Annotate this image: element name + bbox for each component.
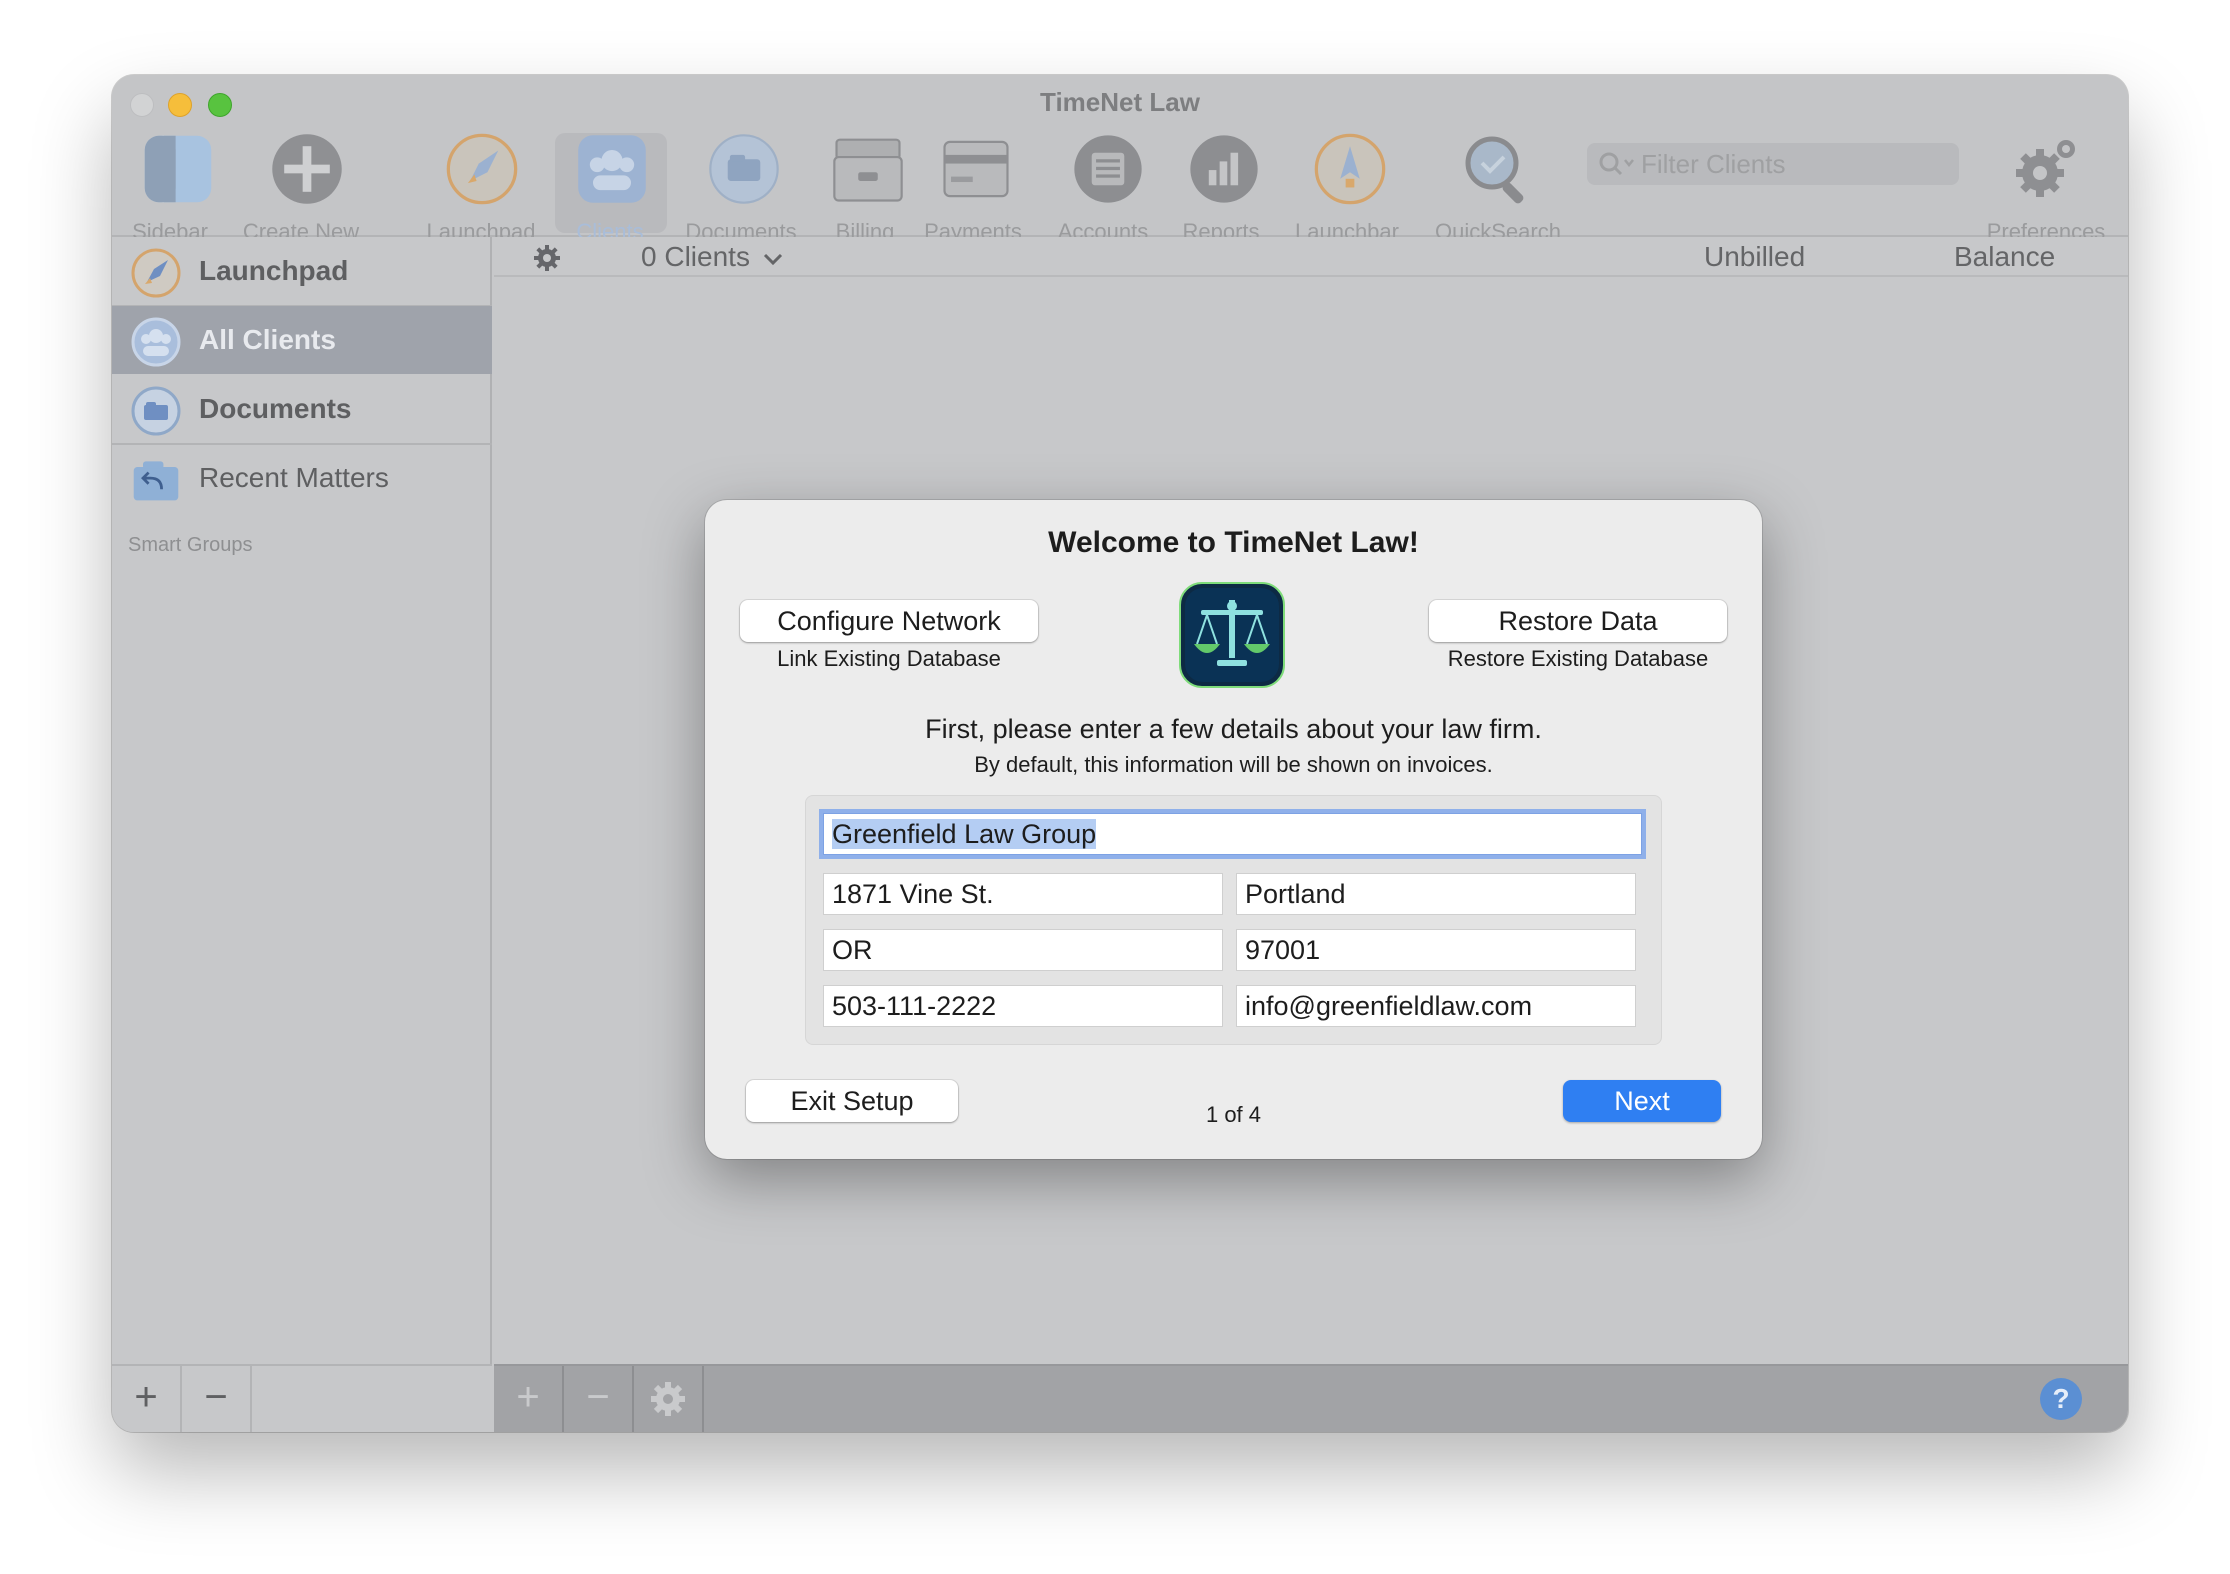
city-field[interactable]: Portland (1236, 873, 1636, 915)
firm-details-form: Greenfield Law Group 1871 Vine St. Portl… (805, 795, 1662, 1045)
search-icon (1599, 152, 1634, 176)
list-add-button[interactable]: + (494, 1366, 564, 1432)
sidebar-item-recent-matters[interactable]: Recent Matters (112, 444, 492, 512)
list-header: 0 Clients Unbilled Balance (494, 237, 2128, 277)
rocket-icon (131, 248, 181, 298)
sidebar: Launchpad All Clients Documents Recent M… (112, 237, 492, 1432)
intro-subtext: By default, this information will be sho… (974, 752, 1493, 777)
toolbar: TimeNet Law Sidebar Create New Launchpad… (112, 75, 2128, 244)
next-button[interactable]: Next (1563, 1080, 1721, 1122)
launchbar-icon (1314, 133, 1386, 205)
plus-circle-icon (272, 134, 342, 204)
email-field[interactable]: info@greenfieldlaw.com (1236, 985, 1636, 1027)
toolbar-create-new-button[interactable] (269, 131, 342, 212)
gear-icon (2016, 140, 2075, 197)
window-title: TimeNet Law (1040, 87, 1200, 117)
chevron-down-icon (763, 253, 782, 266)
list-remove-button[interactable]: − (564, 1366, 634, 1432)
column-header-unbilled[interactable]: Unbilled (1704, 241, 1805, 273)
zip-field[interactable]: 97001 (1236, 929, 1636, 971)
sidebar-item-documents[interactable]: Documents (112, 375, 492, 443)
sidebar-item-all-clients[interactable]: All Clients (112, 306, 492, 374)
toolbar-launchbar-button[interactable] (1312, 131, 1386, 212)
billing-icon (833, 138, 903, 202)
firm-name-field[interactable]: Greenfield Law Group (823, 813, 1642, 855)
dialog-title: Welcome to TimeNet Law! (1048, 526, 1419, 559)
sidebar-remove-button[interactable]: − (182, 1366, 252, 1432)
intro-text: First, please enter a few details about … (925, 714, 1542, 744)
welcome-dialog: Welcome to TimeNet Law! Configure Networ… (705, 500, 1762, 1159)
sidebar-item-label: All Clients (199, 324, 336, 355)
recent-matters-icon (133, 461, 179, 501)
gear-icon (651, 1382, 685, 1416)
filter-clients-input[interactable]: Filter Clients (1587, 143, 1959, 185)
configure-network-button[interactable]: Configure Network (740, 600, 1038, 642)
toolbar-payments-button[interactable] (938, 131, 1009, 212)
reports-icon (1190, 135, 1258, 203)
sidebar-add-button[interactable]: + (112, 1366, 182, 1432)
app-window: TimeNet Law Sidebar Create New Launchpad… (112, 75, 2128, 1432)
payments-icon (943, 140, 1009, 198)
clients-count-dropdown[interactable]: 0 Clients (641, 241, 784, 273)
sidebar-item-label: Documents (199, 393, 352, 424)
sidebar-bottom-bar: + − (112, 1364, 492, 1432)
smart-groups-heading: Smart Groups (128, 534, 253, 556)
restore-data-button[interactable]: Restore Data (1429, 600, 1727, 642)
column-header-balance[interactable]: Balance (1954, 241, 2055, 273)
toolbar-quicksearch-button[interactable] (1460, 131, 1536, 212)
street-field[interactable]: 1871 Vine St. (823, 873, 1223, 915)
clients-icon (578, 135, 646, 203)
clients-icon (131, 317, 181, 367)
toolbar-accounts-button[interactable] (1070, 131, 1142, 212)
sidebar-icon (144, 135, 212, 203)
scales-of-justice-icon (1179, 582, 1285, 688)
rocket-icon (446, 133, 518, 205)
sidebar-item-label: Launchpad (199, 255, 349, 286)
toolbar-launchpad-button[interactable] (444, 131, 518, 212)
list-bottom-bar: + − ? (494, 1364, 2128, 1432)
firm-name-value: Greenfield Law Group (832, 819, 1097, 849)
quicksearch-icon (1465, 136, 1524, 204)
documents-icon (709, 134, 779, 204)
help-button[interactable]: ? (2040, 1378, 2082, 1420)
list-settings-button[interactable] (634, 1366, 704, 1432)
sidebar-item-label: Recent Matters (199, 462, 389, 493)
filter-placeholder: Filter Clients (1641, 149, 1786, 179)
configure-network-subtitle: Link Existing Database (777, 646, 1001, 671)
toolbar-preferences-button[interactable] (2008, 131, 2084, 212)
accounts-icon (1074, 135, 1142, 203)
toolbar-billing-button[interactable] (830, 131, 903, 212)
sidebar-item-launchpad[interactable]: Launchpad (112, 237, 492, 305)
toolbar-clients-button[interactable] (574, 131, 646, 212)
clients-count-label: 0 Clients (641, 241, 750, 272)
documents-icon (131, 386, 181, 436)
toolbar-reports-button[interactable] (1186, 131, 1258, 212)
restore-data-subtitle: Restore Existing Database (1447, 646, 1709, 671)
phone-field[interactable]: 503-111-2222 (823, 985, 1223, 1027)
toolbar-documents-button[interactable] (706, 131, 779, 212)
gear-icon[interactable] (532, 243, 562, 273)
toolbar-sidebar-button[interactable] (140, 131, 212, 212)
state-field[interactable]: OR (823, 929, 1223, 971)
